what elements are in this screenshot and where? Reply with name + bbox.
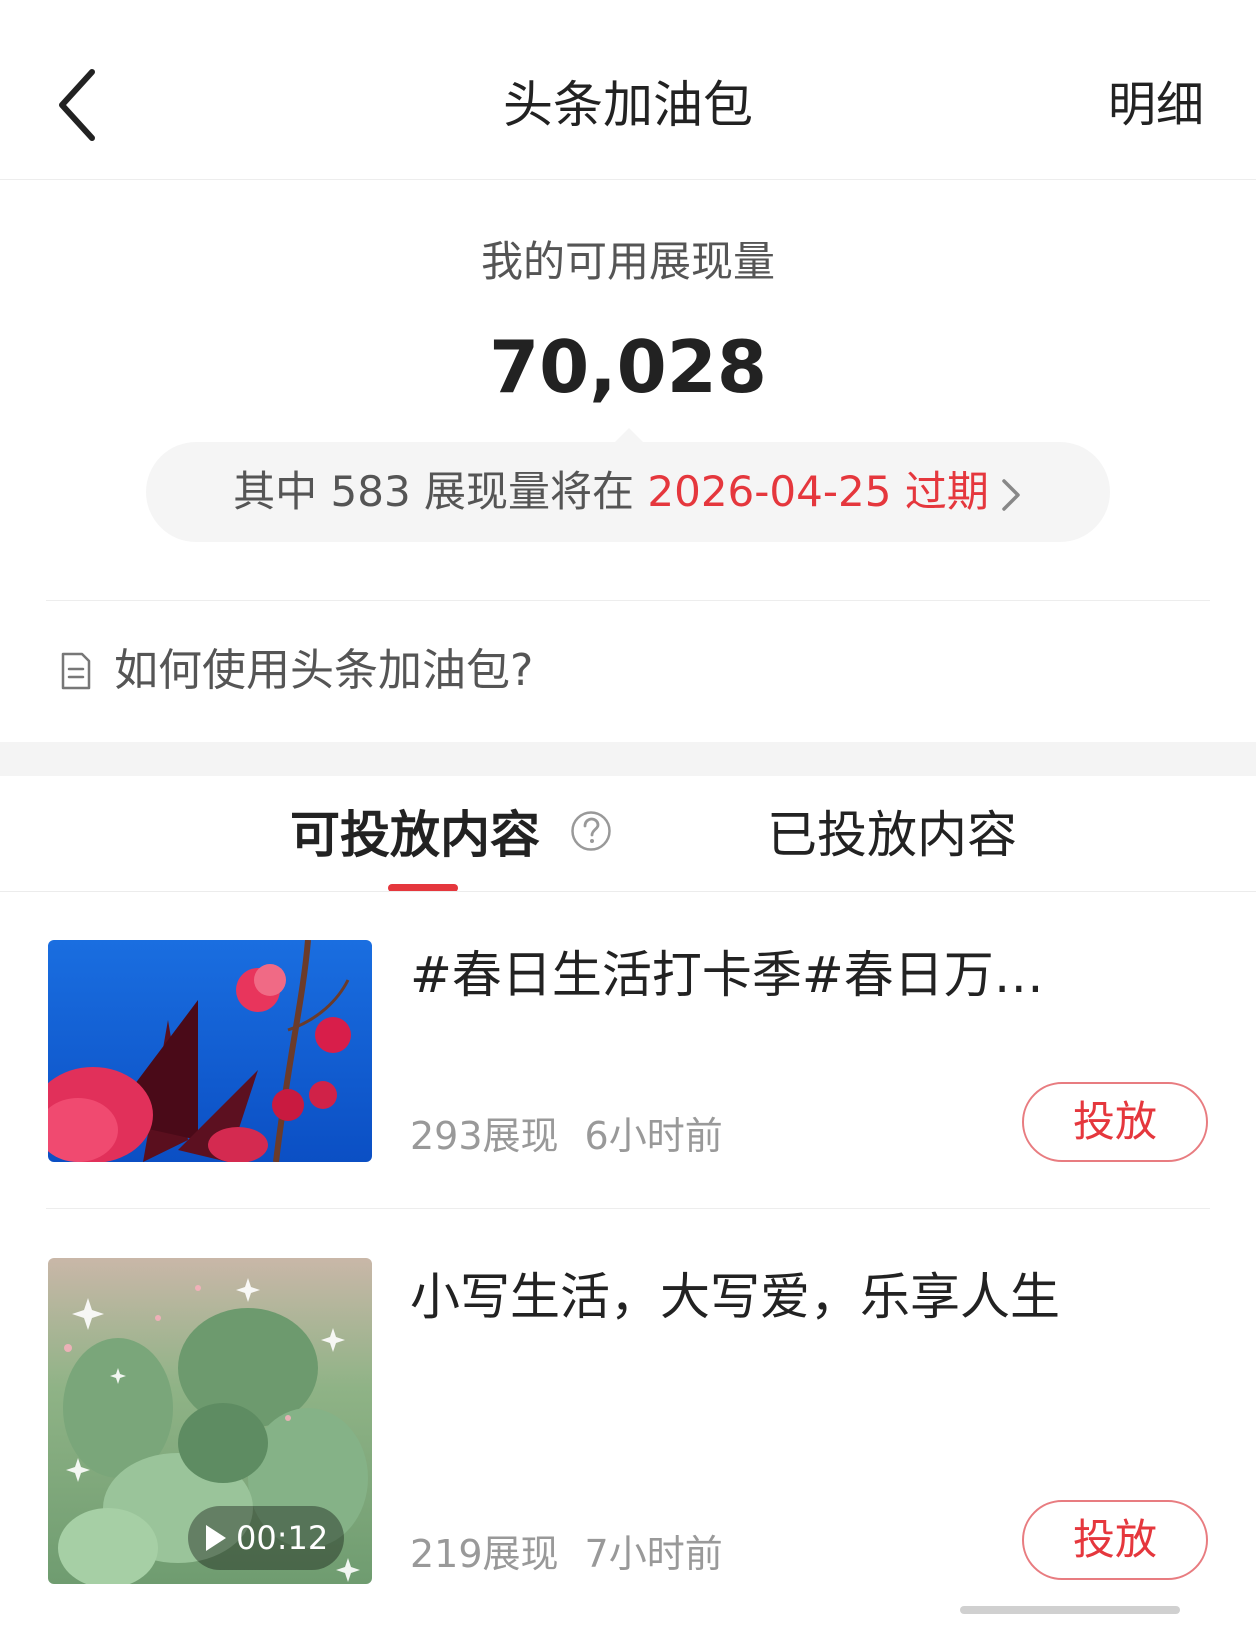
duration-text: 00:12: [236, 1519, 329, 1557]
question-icon[interactable]: [570, 810, 612, 852]
section-gap: [0, 742, 1256, 776]
home-indicator: [960, 1606, 1180, 1614]
expiry-prefix: 其中 583 展现量将在: [233, 467, 648, 516]
expiry-date: 2026-04-25 过期: [647, 467, 989, 516]
item-impressions: 293展现: [410, 1114, 559, 1158]
detail-link[interactable]: 明细: [1108, 70, 1204, 140]
top-bar: 头条加油包 明细: [0, 0, 1256, 180]
tabs-divider: [0, 891, 1256, 892]
item-impressions: 219展现: [410, 1532, 559, 1576]
divider: [46, 600, 1210, 601]
item-meta: 219展现 7小时前: [410, 1526, 723, 1582]
item-time: 6小时前: [584, 1114, 723, 1158]
item-time: 7小时前: [584, 1532, 723, 1576]
place-button[interactable]: 投放: [1022, 1082, 1208, 1162]
thumbnail-flower-photo[interactable]: [48, 940, 372, 1162]
page-title: 头条加油包: [503, 76, 753, 134]
available-impressions-label: 我的可用展现量: [480, 237, 775, 286]
expiry-notice[interactable]: 其中 583 展现量将在 2026-04-25 过期: [146, 442, 1110, 542]
item-title[interactable]: 小写生活，大写爱，乐享人生: [410, 1262, 1210, 1332]
tab-placed-content[interactable]: 已投放内容: [767, 800, 1017, 870]
item-title[interactable]: #春日生活打卡季#春日万…: [410, 940, 1210, 1010]
available-impressions-value: 70,028: [489, 325, 767, 409]
howto-text: 如何使用头条加油包?: [114, 645, 534, 696]
expiry-text: 其中 583 展现量将在 2026-04-25 过期: [146, 442, 1110, 542]
flower-image: [48, 940, 372, 1162]
document-icon: [61, 652, 91, 690]
place-button[interactable]: 投放: [1022, 1500, 1208, 1580]
play-icon: [206, 1525, 226, 1551]
tab-available-content[interactable]: 可投放内容: [290, 800, 540, 870]
chevron-right-icon: [1002, 478, 1020, 511]
item-meta: 293展现 6小时前: [410, 1108, 723, 1164]
thumbnail-video[interactable]: 00:12: [48, 1258, 372, 1584]
divider: [46, 1208, 1210, 1209]
video-duration: 00:12: [188, 1506, 345, 1570]
